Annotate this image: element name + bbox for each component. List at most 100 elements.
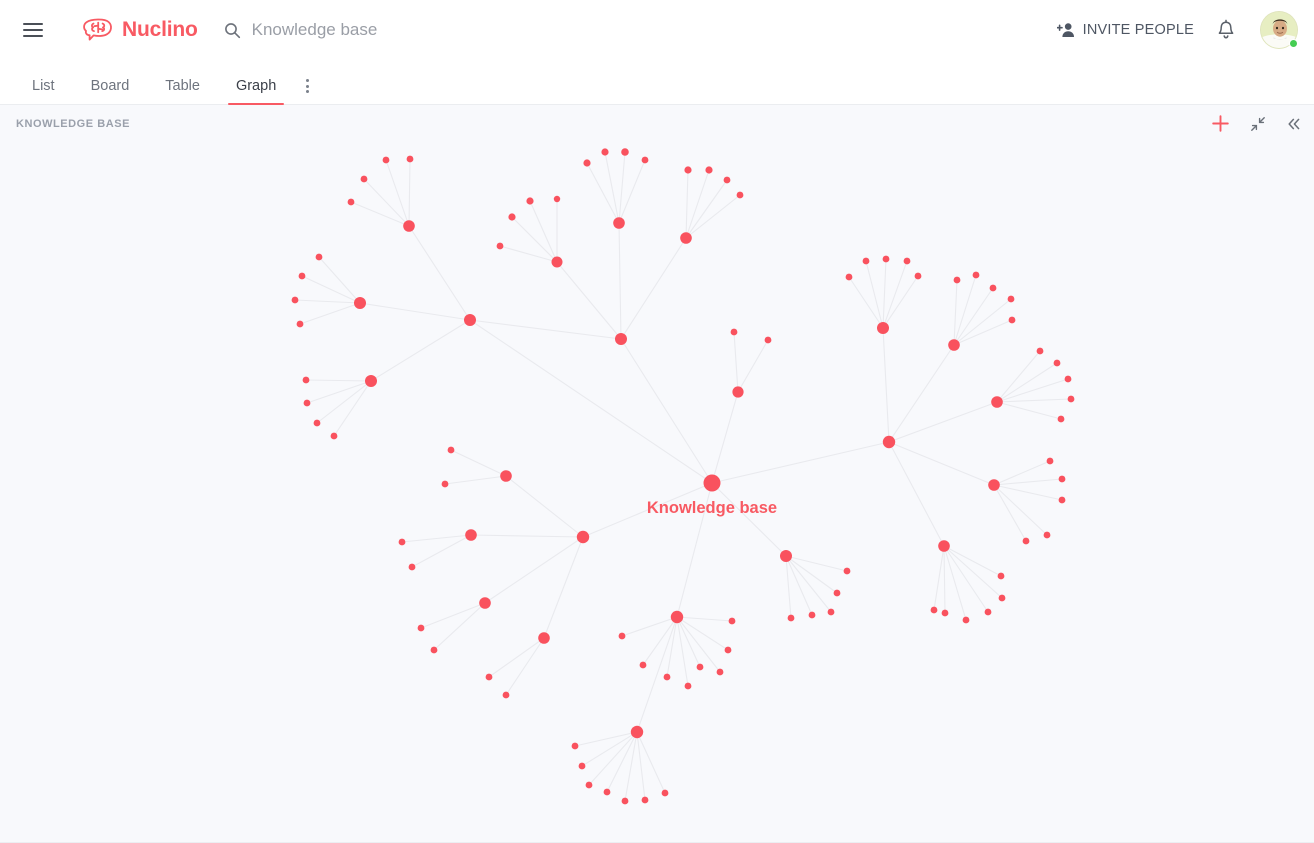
graph-node[interactable] [1007,295,1015,303]
graph-node[interactable] [663,673,671,681]
graph-node[interactable] [972,271,980,279]
graph-node[interactable] [882,435,896,449]
graph-node[interactable] [406,155,414,163]
graph-node[interactable] [962,616,970,624]
graph-node[interactable] [464,314,476,326]
graph-canvas[interactable]: Knowledge base [0,142,1314,843]
graph-node[interactable] [1058,496,1066,504]
graph-node[interactable] [500,470,512,482]
graph-node[interactable] [398,538,406,546]
graph-node[interactable] [833,589,841,597]
graph-node[interactable] [538,632,550,644]
graph-node[interactable] [330,432,338,440]
graph-node[interactable] [479,597,491,609]
graph-node[interactable] [1058,475,1066,483]
graph-node[interactable] [417,624,425,632]
graph-node[interactable] [938,540,950,552]
graph-node[interactable] [430,646,438,654]
brand-logo[interactable]: Nuclino [81,17,198,43]
graph-node[interactable] [988,479,1000,491]
graph-node[interactable] [914,272,922,280]
graph-node-root[interactable] [703,474,721,492]
collapse-sidebar-button[interactable] [1286,117,1302,131]
graph-node[interactable] [1022,537,1030,545]
invite-people-button[interactable]: INVITE PEOPLE [1056,22,1194,38]
graph-node[interactable] [508,213,516,221]
graph-node[interactable] [1053,359,1061,367]
graph-node[interactable] [447,446,455,454]
graph-node[interactable] [571,742,579,750]
graph-node[interactable] [764,336,772,344]
graph-node[interactable] [526,197,534,205]
graph-node[interactable] [787,614,795,622]
graph-node[interactable] [1046,457,1054,465]
graph-node[interactable] [877,322,889,334]
graph-node[interactable] [621,797,629,805]
graph-node[interactable] [296,320,304,328]
graph-node[interactable] [989,284,997,292]
graph-node[interactable] [684,166,692,174]
graph-node[interactable] [948,339,960,351]
graph-node[interactable] [723,176,731,184]
graph-node[interactable] [485,673,493,681]
graph-node[interactable] [291,296,299,304]
graph-node[interactable] [583,159,591,167]
tab-table[interactable]: Table [155,78,210,104]
graph-node[interactable] [997,572,1005,580]
add-item-button[interactable] [1211,114,1230,133]
tab-board[interactable]: Board [81,78,140,104]
graph-node[interactable] [302,376,310,384]
graph-node[interactable] [360,175,368,183]
graph-node[interactable] [553,195,561,203]
tab-graph[interactable]: Graph [226,78,286,105]
graph-node[interactable] [984,608,992,616]
graph-node[interactable] [403,220,415,232]
search-input[interactable]: Knowledge base [224,20,377,40]
graph-node[interactable] [724,646,732,654]
graph-node[interactable] [465,529,477,541]
collapse-view-button[interactable] [1250,116,1266,132]
graph-node[interactable] [298,272,306,280]
graph-node[interactable] [991,396,1003,408]
graph-node[interactable] [930,606,938,614]
graph-node[interactable] [441,480,449,488]
more-vertical-icon[interactable] [302,79,317,104]
graph-node[interactable] [998,594,1006,602]
graph-node[interactable] [613,217,625,229]
graph-node[interactable] [551,256,563,268]
bell-icon[interactable] [1216,19,1236,41]
graph-node[interactable] [621,148,629,156]
graph-node[interactable] [576,530,590,544]
graph-node[interactable] [1057,415,1065,423]
graph-node[interactable] [641,156,649,164]
avatar[interactable] [1260,11,1298,49]
graph-node[interactable] [843,567,851,575]
graph-node[interactable] [1064,375,1072,383]
graph-node[interactable] [1043,531,1051,539]
graph-node[interactable] [705,166,713,174]
graph-nodes[interactable] [291,148,1075,805]
graph-node[interactable] [639,661,647,669]
graph-node[interactable] [585,781,593,789]
graph-node[interactable] [365,375,377,387]
graph-node[interactable] [1067,395,1075,403]
graph-node[interactable] [315,253,323,261]
graph-node[interactable] [953,276,961,284]
graph-node[interactable] [347,198,355,206]
graph-node[interactable] [578,762,586,770]
graph-node[interactable] [862,257,870,265]
graph-visualization[interactable]: Knowledge base [0,142,1314,843]
graph-node[interactable] [684,682,692,690]
graph-node[interactable] [1036,347,1044,355]
graph-node[interactable] [780,550,792,562]
graph-node[interactable] [882,255,890,263]
tab-list[interactable]: List [22,78,65,104]
graph-node[interactable] [603,788,611,796]
graph-node[interactable] [808,611,816,619]
graph-node[interactable] [303,399,311,407]
graph-node[interactable] [502,691,510,699]
graph-node[interactable] [641,796,649,804]
graph-node[interactable] [728,617,736,625]
graph-node[interactable] [696,663,704,671]
graph-node[interactable] [618,632,626,640]
